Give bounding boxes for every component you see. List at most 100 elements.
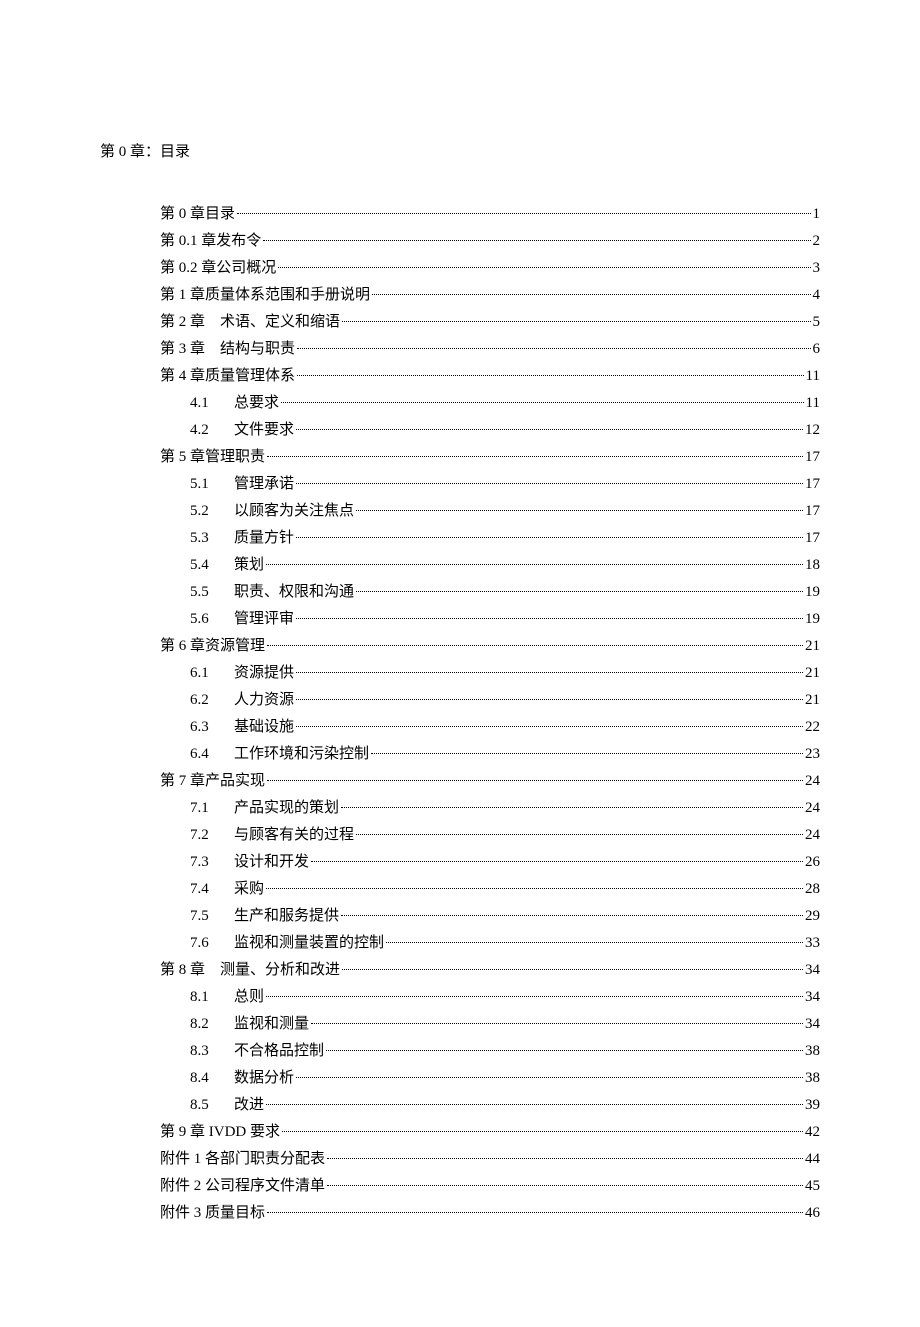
toc-entry-number: 5.5 [190,579,234,606]
toc-subentry: 7.3设计和开发26 [160,849,820,876]
toc-entry-page: 42 [805,1119,820,1146]
toc-entry-number: 8.3 [190,1038,234,1065]
toc-entry: 第 7 章产品实现24 [160,768,820,795]
toc-leader-dots [386,942,803,943]
toc-entry-number: 8.1 [190,984,234,1011]
toc-entry-label: 与顾客有关的过程 [234,822,354,849]
toc-entry-page: 2 [813,228,821,255]
toc-entry-number: 5.2 [190,498,234,525]
toc-subentry: 6.2人力资源21 [160,687,820,714]
toc-entry: 第 9 章 IVDD 要求 42 [160,1119,820,1146]
toc-entry-label: 第 7 章产品实现 [160,768,265,795]
table-of-contents: 第 0 章目录1第 0.1 章发布令2第 0.2 章公司概况3第 1 章质量体系… [100,201,820,1227]
toc-entry-label: 第 1 章质量体系范围和手册说明 [160,282,370,309]
toc-entry-page: 6 [813,336,821,363]
toc-entry-number: 7.3 [190,849,234,876]
toc-leader-dots [372,294,810,295]
toc-entry: 第 5 章管理职责 17 [160,444,820,471]
toc-entry-label: 以顾客为关注焦点 [234,498,354,525]
toc-entry-number: 7.2 [190,822,234,849]
toc-entry: 第 0.1 章发布令2 [160,228,820,255]
toc-subentry: 5.1管理承诺17 [160,471,820,498]
toc-leader-dots [266,564,803,565]
toc-entry-number: 8.5 [190,1092,234,1119]
toc-subentry: 4.1总要求 11 [160,390,820,417]
toc-entry-page: 22 [805,714,820,741]
toc-entry-label: 附件 1 各部门职责分配表 [160,1146,325,1173]
toc-leader-dots [296,537,803,538]
toc-entry-label: 采购 [234,876,264,903]
toc-leader-dots [342,969,803,970]
toc-entry-page: 18 [805,552,820,579]
toc-subentry: 5.3质量方针17 [160,525,820,552]
toc-entry-page: 38 [805,1065,820,1092]
toc-entry-label: 第 5 章管理职责 [160,444,265,471]
toc-subentry: 5.5职责、权限和沟通19 [160,579,820,606]
toc-entry-page: 44 [805,1146,820,1173]
toc-entry-label: 职责、权限和沟通 [234,579,354,606]
toc-leader-dots [296,618,803,619]
toc-entry-label: 不合格品控制 [234,1038,324,1065]
toc-leader-dots [297,375,804,376]
toc-entry-page: 11 [806,390,820,417]
toc-leader-dots [296,1077,803,1078]
toc-entry-number: 7.1 [190,795,234,822]
toc-leader-dots [326,1050,803,1051]
toc-entry-label: 第 0.2 章公司概况 [160,255,276,282]
toc-leader-dots [267,1212,803,1213]
toc-leader-dots [311,1023,803,1024]
toc-entry-page: 38 [805,1038,820,1065]
toc-entry: 附件 2 公司程序文件清单45 [160,1173,820,1200]
toc-entry-label: 监视和测量 [234,1011,309,1038]
toc-entry-label: 设计和开发 [234,849,309,876]
toc-entry: 第 2 章 术语、定义和缩语5 [160,309,820,336]
toc-subentry: 4.2文件要求12 [160,417,820,444]
toc-entry-label: 总要求 [234,390,279,417]
toc-entry-page: 34 [805,1011,820,1038]
toc-entry-label: 附件 3 质量目标 [160,1200,265,1227]
toc-entry-page: 39 [805,1092,820,1119]
toc-entry-number: 6.4 [190,741,234,768]
toc-entry-label: 监视和测量装置的控制 [234,930,384,957]
toc-entry-label: 第 2 章 术语、定义和缩语 [160,309,340,336]
toc-entry-page: 29 [805,903,820,930]
toc-entry-number: 7.4 [190,876,234,903]
toc-leader-dots [296,483,803,484]
toc-subentry: 6.3基础设施22 [160,714,820,741]
toc-entry-page: 24 [805,795,820,822]
toc-leader-dots [356,834,803,835]
page-title: 第 0 章：目录 [100,140,820,161]
toc-entry-label: 生产和服务提供 [234,903,339,930]
toc-leader-dots [296,672,803,673]
toc-subentry: 7.4采购28 [160,876,820,903]
toc-subentry: 8.1总则 34 [160,984,820,1011]
toc-leader-dots [266,1104,803,1105]
toc-entry-number: 7.5 [190,903,234,930]
toc-leader-dots [237,213,810,214]
toc-subentry: 7.1产品实现的策划24 [160,795,820,822]
toc-leader-dots [267,645,803,646]
toc-entry-page: 19 [805,606,820,633]
toc-entry-label: 第 4 章质量管理体系 [160,363,295,390]
toc-subentry: 8.5改进 39 [160,1092,820,1119]
toc-leader-dots [311,861,803,862]
toc-leader-dots [341,915,803,916]
toc-subentry: 8.3不合格品控制 38 [160,1038,820,1065]
toc-leader-dots [267,456,803,457]
toc-entry-label: 改进 [234,1092,264,1119]
toc-entry-page: 17 [805,444,820,471]
toc-entry-page: 1 [813,201,821,228]
toc-leader-dots [341,807,803,808]
toc-entry-number: 4.1 [190,390,234,417]
document-page: 第 0 章：目录 第 0 章目录1第 0.1 章发布令2第 0.2 章公司概况3… [0,0,920,1327]
toc-entry-page: 11 [806,363,820,390]
toc-leader-dots [327,1185,803,1186]
toc-entry-page: 34 [805,984,820,1011]
toc-subentry: 8.2监视和测量34 [160,1011,820,1038]
toc-entry-page: 12 [805,417,820,444]
toc-entry: 第 0.2 章公司概况3 [160,255,820,282]
toc-entry-number: 5.4 [190,552,234,579]
toc-leader-dots [267,780,803,781]
toc-entry-label: 总则 [234,984,264,1011]
toc-entry-label: 第 9 章 IVDD 要求 [160,1119,280,1146]
